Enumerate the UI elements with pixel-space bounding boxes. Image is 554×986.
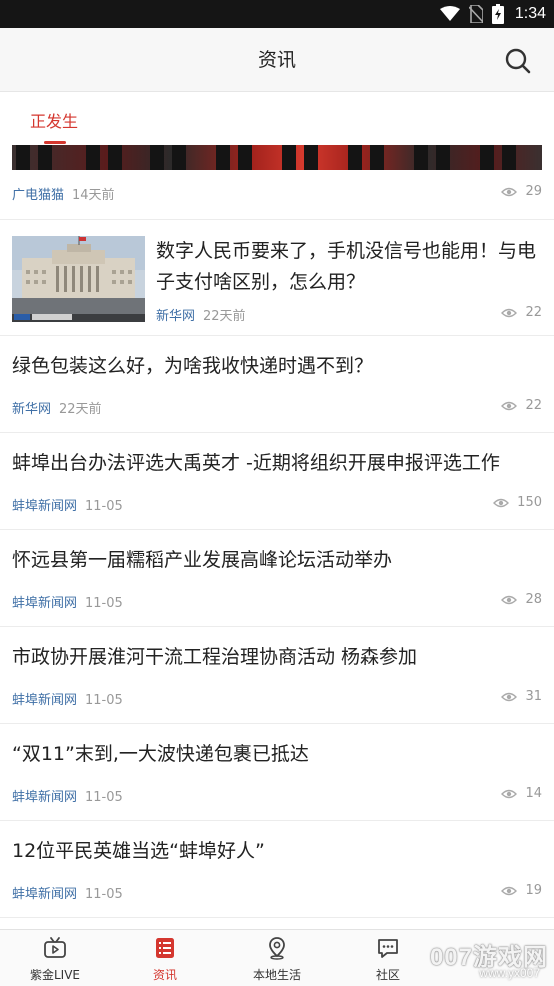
eye-icon [501, 789, 518, 798]
eye-icon [501, 308, 518, 317]
news-title[interactable]: 怀远县第一届糯稻产业发展高峰论坛活动举办 [12, 546, 542, 574]
wifi-icon [439, 6, 460, 21]
news-card[interactable]: 怀远县第一届糯稻产业发展高峰论坛活动举办 蚌埠新闻网 11-05 28 [0, 530, 554, 627]
eye-icon [501, 187, 518, 196]
news-source[interactable]: 蚌埠新闻网 [12, 887, 77, 902]
nav-label: 紫金LIVE [29, 968, 81, 982]
news-source[interactable]: 新华网 [156, 309, 195, 324]
news-card[interactable]: 12位平民英雄当选“蚌埠好人” 蚌埠新闻网 11-05 19 [0, 821, 554, 918]
view-count: 150 [493, 495, 542, 510]
news-time: 11-05 [85, 790, 123, 805]
news-source[interactable]: 广电猫猫 [12, 188, 64, 203]
view-count: 29 [501, 184, 542, 199]
page-title: 资讯 [257, 49, 296, 71]
nav-item-news[interactable]: 资讯 [110, 930, 220, 986]
battery-charging-icon [491, 4, 504, 24]
news-title[interactable]: 12位平民英雄当选“蚌埠好人” [12, 837, 542, 865]
news-time: 11-05 [85, 499, 123, 514]
status-bar: 1:34 [0, 0, 554, 28]
news-title[interactable]: “双11”末到,一大波快递包裹已抵达 [12, 740, 542, 768]
watermark-url: www.yx007 [479, 966, 540, 980]
nav-item-live[interactable]: 紫金LIVE [0, 930, 110, 986]
news-source[interactable]: 蚌埠新闻网 [12, 790, 77, 805]
news-meta: 蚌埠新闻网 11-05 [12, 786, 123, 805]
news-meta: 新华网 22天前 [156, 305, 246, 324]
tab-zhengfasheng[interactable]: 正发生 [30, 108, 78, 132]
news-source[interactable]: 新华网 [12, 402, 51, 417]
news-source[interactable]: 蚌埠新闻网 [12, 693, 77, 708]
news-title[interactable]: 市政协开展淮河干流工程治理协商活动 杨森参加 [12, 643, 542, 671]
location-pin-icon [269, 937, 285, 960]
view-count: 28 [501, 592, 542, 607]
view-count-value: 22 [525, 305, 542, 320]
eye-icon [493, 498, 510, 507]
news-time: 14天前 [72, 188, 115, 203]
tv-icon [44, 937, 66, 958]
view-count: 22 [501, 398, 542, 413]
view-count-value: 31 [525, 689, 542, 704]
news-meta: 广电猫猫 14天前 [12, 184, 115, 203]
news-meta: 蚌埠新闻网 11-05 [12, 495, 123, 514]
nav-label: 资讯 [152, 968, 177, 982]
news-card[interactable]: 蚌埠出台办法评选大禹英才 -近期将组织开展申报评选工作 蚌埠新闻网 11-05 1… [0, 433, 554, 530]
news-meta: 新华网 22天前 [12, 398, 102, 417]
view-count: 22 [501, 305, 542, 320]
news-title[interactable]: 数字人民币要来了，手机没信号也能用！与电子支付啥区别，怎么用？ [156, 236, 542, 298]
view-count-value: 22 [525, 398, 542, 413]
news-source[interactable]: 蚌埠新闻网 [12, 499, 77, 514]
news-time: 22天前 [59, 402, 102, 417]
view-count-value: 28 [525, 592, 542, 607]
view-count-value: 29 [525, 184, 542, 199]
news-card[interactable]: 绿色包装这么好，为啥我收快递时遇不到？ 新华网 22天前 22 [0, 336, 554, 433]
news-time: 11-05 [85, 596, 123, 611]
view-count-value: 14 [525, 786, 542, 801]
nav-label: 本地生活 [252, 968, 301, 982]
nav-item-local-life[interactable]: 本地生活 [222, 930, 332, 986]
nav-item-community[interactable]: 社区 [333, 930, 443, 986]
view-count: 19 [501, 883, 542, 898]
nav-label: 社区 [375, 968, 400, 982]
news-card[interactable]: 数字人民币要来了，手机没信号也能用！与电子支付啥区别，怎么用？ 新华网 22天前 … [0, 220, 554, 336]
search-icon[interactable] [504, 47, 532, 75]
news-meta: 蚌埠新闻网 11-05 [12, 689, 123, 708]
app-header: 资讯 [0, 28, 554, 92]
news-card[interactable]: 市政协开展淮河干流工程治理协商活动 杨森参加 蚌埠新闻网 11-05 31 [0, 627, 554, 724]
status-time: 1:34 [514, 5, 546, 22]
status-icons: 1:34 [439, 0, 546, 28]
chat-bubble-icon [378, 939, 398, 958]
news-time: 22天前 [203, 309, 246, 324]
view-count-value: 150 [517, 495, 542, 510]
category-tabbar: 正发生 [0, 93, 554, 145]
news-time: 11-05 [85, 887, 123, 902]
news-list-icon [156, 938, 174, 958]
view-count: 31 [501, 689, 542, 704]
news-title[interactable]: 蚌埠出台办法评选大禹英才 -近期将组织开展申报评选工作 [12, 449, 542, 477]
news-meta: 蚌埠新闻网 11-05 [12, 883, 123, 902]
news-card[interactable]: “双11”末到,一大波快递包裹已抵达 蚌埠新闻网 11-05 14 [0, 724, 554, 821]
eye-icon [501, 692, 518, 701]
view-count-value: 19 [525, 883, 542, 898]
eye-icon [501, 401, 518, 410]
view-count: 14 [501, 786, 542, 801]
eye-icon [501, 886, 518, 895]
news-thumbnail [12, 236, 145, 322]
news-card-partial[interactable]: 广电猫猫 14天前 29 [0, 145, 554, 220]
news-source[interactable]: 蚌埠新闻网 [12, 596, 77, 611]
eye-icon [501, 595, 518, 604]
news-meta: 蚌埠新闻网 11-05 [12, 592, 123, 611]
news-feed[interactable]: 广电猫猫 14天前 29 数字人民币要来了，手机没信号也能用！与电子支付啥区别，… [0, 145, 554, 929]
no-sim-icon [468, 5, 483, 23]
news-image-banner [12, 145, 542, 170]
news-title[interactable]: 绿色包装这么好，为啥我收快递时遇不到？ [12, 352, 542, 380]
tab-active-indicator [44, 141, 66, 144]
news-time: 11-05 [85, 693, 123, 708]
